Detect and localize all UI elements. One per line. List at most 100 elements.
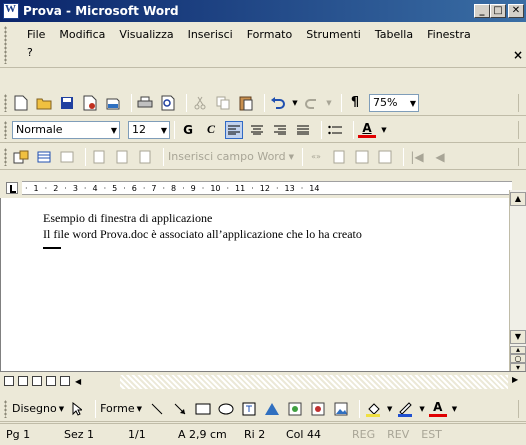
textbox-tool-icon[interactable] [240,400,258,418]
line-tool-icon[interactable] [148,400,166,418]
insert-word-field-button[interactable]: Inserisci campo Word [168,150,286,163]
status-track-changes[interactable]: REV [381,428,415,441]
cut-icon[interactable] [191,94,209,112]
align-center-button[interactable] [248,121,266,139]
main-document-icon[interactable] [12,148,30,166]
horizontal-ruler[interactable]: · 1 · 2 · 3 · 4 · 5 · 6 · 7 · 8 · 9 · 10 · 11 · 12 ·… [22,181,512,195]
open-icon[interactable] [35,94,53,112]
wordart-icon[interactable] [263,400,281,418]
minimize-button[interactable]: _ [474,4,490,18]
chevron-down-icon[interactable]: ▼ [452,405,457,413]
paste-icon[interactable] [237,94,255,112]
style-select[interactable]: Normale ▼ [12,120,120,139]
propagate-labels-icon[interactable] [376,148,394,166]
font-color-dropdown-icon[interactable]: ▼ [381,121,387,139]
fill-color-icon[interactable] [364,400,382,418]
insert-fields-icon[interactable] [136,148,154,166]
menu-formato[interactable]: Formato [240,26,300,43]
insert-address-icon[interactable] [90,148,108,166]
email-icon[interactable] [104,94,122,112]
diagram-icon[interactable] [286,400,304,418]
undo-icon[interactable] [269,94,287,112]
clipart-icon[interactable] [309,400,327,418]
word-app-icon[interactable] [3,3,19,19]
bold-button[interactable]: G [179,121,197,139]
font-color-button[interactable]: A [358,121,376,138]
match-fields-icon[interactable] [353,148,371,166]
toolbar-grip[interactable] [4,93,7,112]
normal-view-icon[interactable] [4,376,14,386]
browse-object-button[interactable]: ○ [510,354,526,363]
menu-strumenti[interactable]: Strumenti [299,26,368,43]
insert-greeting-icon[interactable] [113,148,131,166]
chevron-down-icon[interactable]: ▼ [387,405,392,413]
rectangle-tool-icon[interactable] [194,400,212,418]
scroll-down-button[interactable]: ▼ [510,330,526,344]
menu-inserisci[interactable]: Inserisci [181,26,240,43]
print-icon[interactable] [136,94,154,112]
edit-recipients-icon[interactable] [58,148,76,166]
previous-page-button[interactable]: ▴ [510,346,526,354]
menu-help[interactable]: ? [20,44,40,61]
zoom-select[interactable]: 75% ▼ [369,93,419,112]
permission-icon[interactable] [81,94,99,112]
highlight-fields-icon[interactable] [330,148,348,166]
maximize-button[interactable]: □ [490,4,506,18]
bullets-button[interactable] [326,121,344,139]
autoshapes-menu-button[interactable]: Forme [100,402,134,415]
status-extend-selection[interactable]: EST [415,428,448,441]
first-record-icon[interactable]: |◀ [408,148,426,166]
tab-selector-icon[interactable] [6,182,18,194]
previous-record-icon[interactable]: ◀ [431,148,449,166]
print-preview-icon[interactable] [159,94,177,112]
web-layout-view-icon[interactable] [18,376,28,386]
recipients-icon[interactable] [35,148,53,166]
align-left-button[interactable] [225,120,243,139]
scroll-left-button[interactable]: ◀ [75,377,81,386]
close-document-button[interactable]: × [513,48,523,62]
picture-icon[interactable] [332,400,350,418]
status-record-macro[interactable]: REG [346,428,381,441]
pilcrow-icon[interactable]: ¶ [346,94,364,112]
italic-button[interactable]: C [202,121,220,139]
menu-file[interactable]: File [20,26,52,43]
toolbar-options-handle[interactable] [518,399,524,418]
redo-dropdown-icon[interactable]: ▼ [326,94,332,112]
outline-view-icon[interactable] [46,376,56,386]
oval-tool-icon[interactable] [217,400,235,418]
menu-tabella[interactable]: Tabella [368,26,420,43]
arrow-tool-icon[interactable] [171,400,189,418]
reading-view-icon[interactable] [60,376,70,386]
menu-visualizza[interactable]: Visualizza [112,26,180,43]
copy-icon[interactable] [214,94,232,112]
toolbar-options-handle[interactable] [518,93,524,112]
view-merged-data-icon[interactable]: «» [307,148,325,166]
close-button[interactable]: ✕ [508,4,524,18]
save-icon[interactable] [58,94,76,112]
chevron-down-icon[interactable]: ▼ [289,153,294,161]
new-icon[interactable] [12,94,30,112]
scroll-right-button[interactable]: ▶ [512,375,518,384]
draw-menu-button[interactable]: Disegno [12,402,57,415]
font-size-select[interactable]: 12 ▼ [128,120,170,139]
toolbar-options-handle[interactable] [518,120,524,139]
horizontal-scrollbar[interactable] [120,375,508,389]
justify-button[interactable] [294,121,312,139]
chevron-down-icon[interactable]: ▼ [419,405,424,413]
document-area[interactable]: Esempio di finestra di applicazione Il f… [0,198,509,371]
select-objects-icon[interactable] [68,400,86,418]
menu-grip[interactable] [4,26,7,64]
toolbar-options-handle[interactable] [518,147,524,166]
title-bar[interactable]: Prova - Microsoft Word _ □ ✕ [0,0,526,22]
toolbar-grip[interactable] [4,147,7,166]
align-right-button[interactable] [271,121,289,139]
scroll-up-button[interactable]: ▲ [510,192,526,206]
redo-icon[interactable] [303,94,321,112]
menu-modifica[interactable]: Modifica [52,26,112,43]
toolbar-grip[interactable] [4,399,7,418]
vertical-scrollbar[interactable]: ▲ ▼ ▴ ○ ▾ [509,190,526,374]
print-layout-view-icon[interactable] [32,376,42,386]
menu-finestra[interactable]: Finestra [420,26,478,43]
font-color-icon[interactable]: A [428,400,447,417]
undo-dropdown-icon[interactable]: ▼ [292,94,298,112]
